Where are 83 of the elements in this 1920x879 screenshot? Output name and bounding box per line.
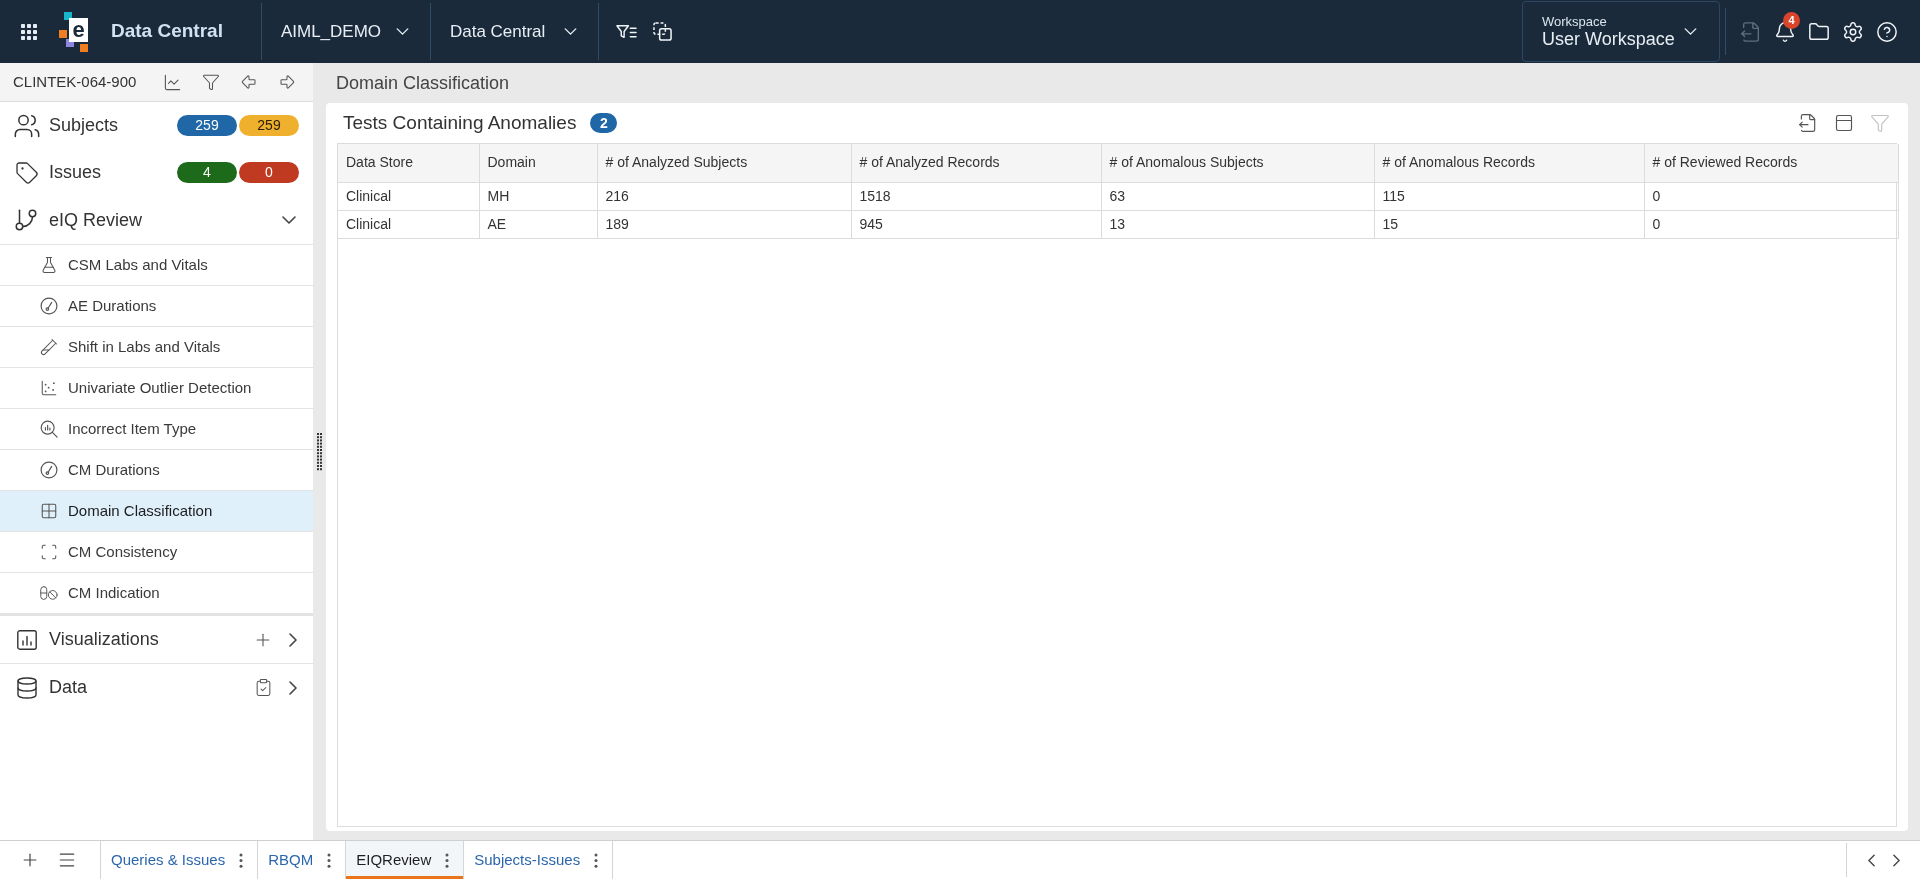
clipboard-check-icon[interactable] — [254, 678, 273, 697]
chevron-down-icon — [563, 28, 577, 35]
database-icon — [15, 674, 39, 701]
workbook-tab[interactable]: EIQReview — [346, 841, 464, 879]
sidebar-section-button[interactable]: Subjects — [13, 111, 119, 140]
chevron-down-icon — [1684, 28, 1697, 35]
context-dropdown[interactable]: AIML_DEMO — [261, 0, 430, 63]
table-cell: 189 — [597, 210, 851, 238]
table-cell: 115 — [1374, 182, 1644, 210]
workspace-label: Workspace — [1542, 13, 1607, 29]
filter-icon[interactable] — [202, 73, 220, 91]
sidebar-section-button[interactable]: Data — [13, 674, 88, 701]
chevron-left-icon[interactable] — [1868, 853, 1875, 867]
page-title: Domain Classification — [335, 71, 511, 95]
count-badge: 0 — [239, 162, 299, 183]
table-cell: 13 — [1101, 210, 1374, 238]
chevron-right-icon[interactable] — [1893, 853, 1900, 867]
table-cell: 15 — [1374, 210, 1644, 238]
column-header[interactable]: Domain — [479, 144, 597, 182]
table-cell: 1518 — [851, 182, 1101, 210]
table-cell: Clinical — [338, 182, 479, 210]
flask-icon — [40, 256, 58, 274]
folder-icon[interactable] — [1808, 20, 1830, 43]
table-cell: 945 — [851, 210, 1101, 238]
app-logo: e — [59, 11, 89, 52]
notification-badge: 4 — [1783, 11, 1800, 29]
panel-icon[interactable] — [1834, 113, 1854, 133]
count-badge: 259 — [239, 115, 299, 136]
arrow-left-icon[interactable] — [240, 73, 258, 91]
help-icon[interactable] — [1876, 20, 1898, 43]
sidebar-item[interactable]: Domain Classification — [0, 491, 313, 532]
column-header[interactable]: # of Analyzed Records — [851, 144, 1101, 182]
apps-grid-icon[interactable] — [21, 23, 37, 40]
table-cell: MH — [479, 182, 597, 210]
count-badge: 259 — [177, 115, 237, 136]
filter-list-icon[interactable] — [615, 23, 637, 40]
kebab-menu-icon[interactable] — [327, 852, 332, 868]
dial-icon — [40, 461, 58, 479]
file-export-icon[interactable] — [1798, 113, 1818, 133]
table-cell: 63 — [1101, 182, 1374, 210]
workspace-value: User Workspace — [1542, 28, 1675, 50]
workspace-dropdown[interactable]: Workspace User Workspace — [1522, 1, 1720, 62]
sidebar-section-button[interactable]: eIQ Review — [13, 206, 143, 234]
tag-icon — [15, 160, 39, 185]
magnifier-chart-icon — [40, 420, 58, 438]
chevron-down-icon[interactable] — [282, 216, 296, 224]
chevron-right-icon[interactable] — [289, 632, 297, 647]
sidebar-section-button[interactable]: Visualizations — [13, 626, 159, 653]
table-cell: 0 — [1644, 182, 1898, 210]
column-header[interactable]: # of Analyzed Subjects — [597, 144, 851, 182]
branch-icon — [13, 207, 39, 233]
sidebar-section-button[interactable]: Issues — [13, 159, 102, 186]
table-cell: 216 — [597, 182, 851, 210]
column-header[interactable]: # of Reviewed Records — [1644, 144, 1898, 182]
line-chart-icon[interactable] — [163, 72, 182, 92]
column-header[interactable]: # of Anomalous Subjects — [1101, 144, 1374, 182]
test-tube-icon — [40, 338, 58, 356]
settings-icon[interactable] — [1842, 20, 1864, 43]
count-badge: 2 — [590, 113, 618, 133]
scan-frame-icon — [40, 543, 58, 561]
column-header[interactable]: Data Store — [338, 144, 479, 182]
column-header[interactable]: # of Anomalous Records — [1374, 144, 1644, 182]
app-title: Data Central — [111, 19, 223, 44]
resize-handle[interactable] — [317, 432, 322, 471]
context-dropdown[interactable]: Data Central — [430, 0, 598, 63]
kebab-menu-icon[interactable] — [445, 852, 450, 868]
kebab-menu-icon[interactable] — [239, 852, 244, 868]
table-grid-icon — [40, 502, 58, 520]
study-id: CLINTEK-064-900 — [13, 71, 137, 92]
table-cell: Clinical — [338, 210, 479, 238]
pill-ban-icon — [40, 584, 58, 602]
table-cell: 0 — [1644, 210, 1898, 238]
bar-chart-icon — [17, 629, 37, 650]
kebab-menu-icon[interactable] — [594, 852, 599, 868]
chevron-down-icon — [395, 28, 409, 35]
table-cell: AE — [479, 210, 597, 238]
count-badge: 4 — [177, 162, 237, 183]
chevron-right-icon[interactable] — [289, 680, 297, 695]
copy-icon[interactable] — [652, 22, 672, 41]
card-title: Tests Containing Anomalies — [343, 110, 577, 135]
arrow-right-icon[interactable] — [278, 73, 296, 91]
scatter-chart-icon — [40, 379, 58, 397]
dial-icon — [40, 297, 58, 315]
